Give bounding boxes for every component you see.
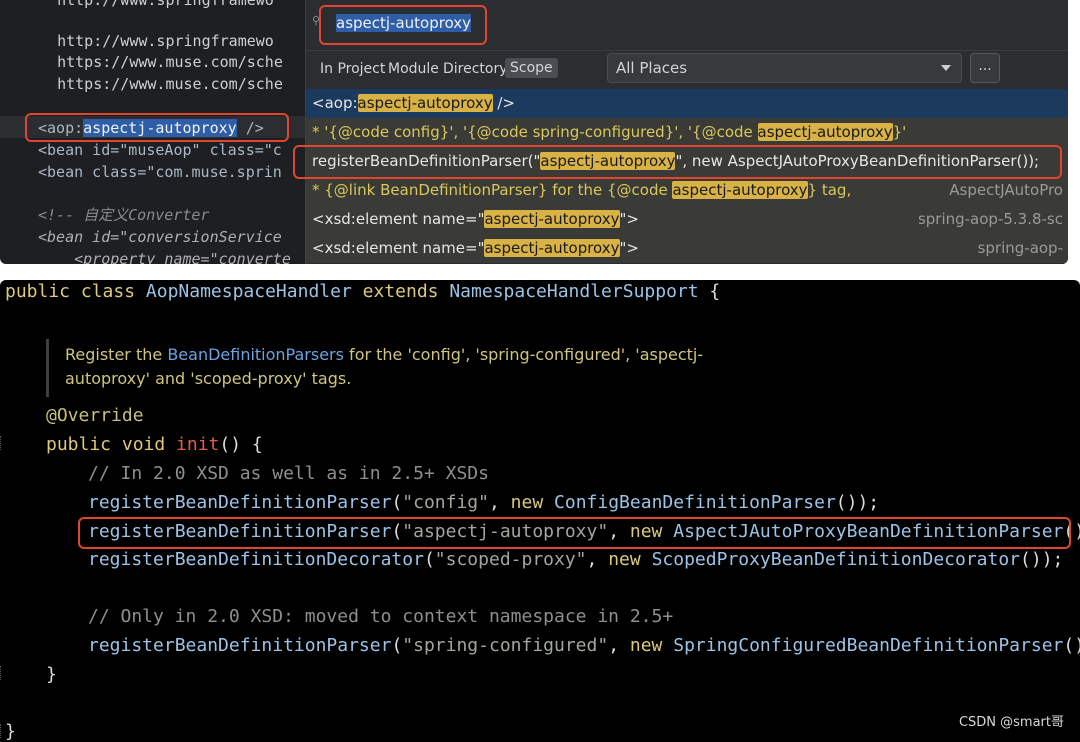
editor-line: <property name="converte bbox=[38, 250, 291, 264]
method-declaration: public void init() { bbox=[46, 433, 263, 457]
method-name: init bbox=[176, 434, 220, 455]
keyword: public void bbox=[46, 434, 177, 455]
method-call: registerBeanDefinitionParser bbox=[88, 635, 392, 656]
tab-module[interactable]: Module bbox=[388, 61, 439, 77]
code-comment: // In 2.0 XSD as well as in 2.5+ XSDs bbox=[88, 463, 489, 484]
result-match: aspectj-autoproxy bbox=[757, 123, 893, 141]
keyword: public class bbox=[5, 281, 146, 302]
result-match: aspectj-autoproxy bbox=[672, 181, 808, 199]
annotation-box-search bbox=[319, 5, 487, 45]
places-dropdown[interactable]: All Places bbox=[607, 53, 962, 83]
result-row[interactable]: <xsd:element name="aspectj-autoproxy"> s… bbox=[306, 205, 1068, 234]
code-call-line: registerBeanDefinitionDecorator("scoped-… bbox=[88, 549, 1064, 570]
watermark: CSDN @smart哥 bbox=[958, 715, 1064, 730]
result-file: AspectJAutoPro bbox=[949, 181, 1063, 199]
result-text: * {@link BeanDefinitionParser} for the {… bbox=[312, 181, 673, 199]
doc-text: for the 'config', 'spring-configured', '… bbox=[343, 345, 704, 364]
brace: { bbox=[698, 281, 721, 302]
class-declaration: public class AopNamespaceHandler extends… bbox=[5, 280, 720, 304]
keyword: extends bbox=[351, 281, 450, 302]
result-file: spring-aop-5.3.8-sc bbox=[917, 210, 1063, 228]
java-source-view: public class AopNamespaceHandler extends… bbox=[0, 280, 1080, 742]
tab-in-project[interactable]: In Project bbox=[320, 61, 385, 77]
editor-line: <!-- 自定义Converter bbox=[38, 206, 210, 224]
override-annotation: @Override bbox=[46, 405, 144, 426]
result-row[interactable]: <xsd:element name="aspectj-autoproxy"> s… bbox=[306, 234, 1068, 263]
closing-brace: } bbox=[46, 664, 57, 685]
tab-scope[interactable]: Scope bbox=[505, 58, 558, 78]
result-text: } tag, bbox=[807, 181, 852, 199]
editor-line: <bean class="com.muse.sprin bbox=[38, 163, 282, 181]
result-text: "> bbox=[619, 210, 639, 228]
result-row[interactable]: <aop:aspectj-autoproxy /> bbox=[306, 89, 1068, 118]
keyword: new bbox=[608, 549, 641, 570]
code-call-line: registerBeanDefinitionParser("spring-con… bbox=[88, 635, 1080, 656]
result-match: aspectj-autoproxy bbox=[484, 210, 620, 228]
closing-brace: } bbox=[5, 721, 16, 742]
javadoc-block: Register the BeanDefinitionParsers for t… bbox=[46, 339, 839, 397]
editor-line: https://www.muse.com/sche bbox=[30, 75, 283, 93]
doc-text: autoproxy' and 'scoped-proxy' tags. bbox=[65, 369, 352, 388]
places-value: All Places bbox=[616, 59, 688, 77]
string-literal: "spring-configured" bbox=[402, 635, 609, 656]
string-literal: "config" bbox=[402, 492, 489, 513]
result-text: "> bbox=[619, 239, 639, 257]
result-text: }' bbox=[892, 123, 907, 141]
result-match: aspectj-autoproxy bbox=[357, 94, 493, 112]
result-row[interactable]: * '{@code config}', '{@code spring-confi… bbox=[306, 118, 1068, 147]
class-ref: ScopedProxyBeanDefinitionDecorator bbox=[651, 549, 1021, 570]
punctuation: () { bbox=[219, 434, 263, 455]
doc-link[interactable]: BeanDefinitionParsers bbox=[167, 345, 344, 364]
super-class-name: NamespaceHandlerSupport bbox=[449, 281, 699, 302]
tab-directory[interactable]: Directory bbox=[443, 61, 508, 77]
code-comment: // Only in 2.0 XSD: moved to context nam… bbox=[88, 606, 674, 627]
method-call: registerBeanDefinitionParser bbox=[88, 492, 392, 513]
class-ref: SpringConfiguredBeanDefinitionParser bbox=[673, 635, 1064, 656]
code-call-line: registerBeanDefinitionParser("config", n… bbox=[88, 492, 880, 513]
doc-text: Register the bbox=[65, 345, 168, 364]
scope-tabs: In Project Module Directory Scope All Pl… bbox=[306, 52, 1068, 88]
class-name: AopNamespaceHandler bbox=[145, 281, 352, 302]
result-text: <xsd:element name=" bbox=[312, 210, 485, 228]
chevron-down-icon bbox=[941, 65, 951, 71]
result-text: <aop: bbox=[312, 94, 358, 112]
editor-line: <bean id="conversionService bbox=[38, 228, 282, 246]
editor-line: http://www.springframewo bbox=[30, 0, 274, 9]
find-in-files-panel: http://www.springframewo http://www.spri… bbox=[0, 0, 1068, 264]
gutter-marker bbox=[0, 666, 5, 680]
annotation-box-result bbox=[293, 145, 1062, 179]
string-literal: "scoped-proxy" bbox=[434, 549, 587, 570]
editor-line: https://www.muse.com/sche bbox=[30, 53, 283, 71]
result-text: <xsd:element name=" bbox=[312, 239, 485, 257]
keyword: new bbox=[629, 635, 663, 656]
annotation-box-aop bbox=[25, 113, 289, 142]
result-text: /> bbox=[492, 94, 515, 112]
javadoc-text: Register the BeanDefinitionParsers for t… bbox=[65, 343, 835, 391]
result-file: spring-aop- bbox=[977, 239, 1063, 257]
class-ref: ConfigBeanDefinitionParser bbox=[554, 492, 836, 513]
result-match: aspectj-autoproxy bbox=[484, 239, 620, 257]
gutter-marker bbox=[0, 436, 5, 450]
editor-line: http://www.springframewo bbox=[30, 32, 274, 50]
editor-line: <bean id="museAop" class="c bbox=[38, 141, 282, 159]
result-text: * '{@code config}', '{@code spring-confi… bbox=[312, 123, 758, 141]
annotation-box-code bbox=[78, 517, 1071, 549]
keyword: new bbox=[510, 492, 544, 513]
result-row[interactable]: * {@link BeanDefinitionParser} for the {… bbox=[306, 176, 1068, 205]
more-options-button[interactable]: ... bbox=[970, 53, 1000, 83]
method-call: registerBeanDefinitionDecorator bbox=[88, 549, 424, 570]
